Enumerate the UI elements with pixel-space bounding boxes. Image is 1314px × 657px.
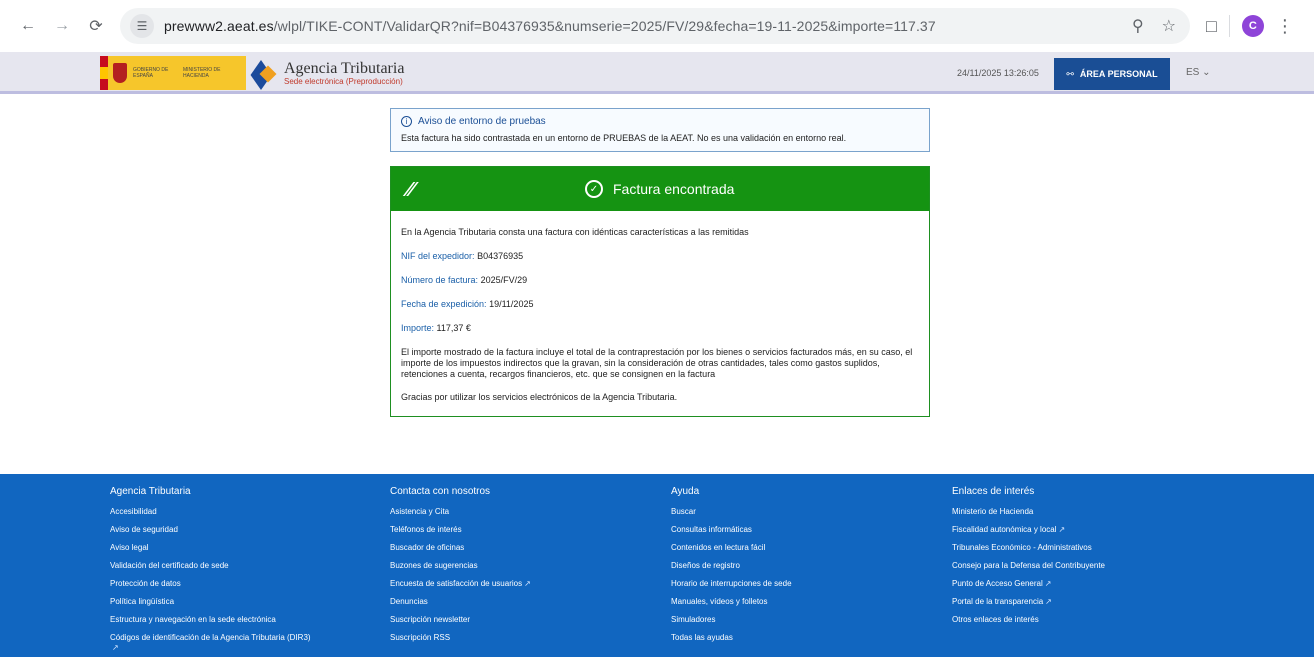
info-icon: i	[401, 116, 412, 127]
site-header: GOBIERNO DE ESPAÑA MINISTERIO DE HACIEND…	[0, 52, 1314, 94]
footer-link[interactable]: Todas las ayudas	[671, 633, 951, 643]
aeat-logo[interactable]: Agencia Tributaria Sede electrónica (Pre…	[250, 58, 405, 90]
browser-toolbar: ← → ⟳ ☰ prewww2.aeat.es/wlpl/TIKE-CONT/V…	[0, 0, 1314, 52]
notice-title: Aviso de entorno de pruebas	[418, 116, 546, 127]
test-environment-notice: i Aviso de entorno de pruebas Esta factu…	[390, 108, 930, 152]
footer-link[interactable]: Consejo para la Defensa del Contribuyent…	[952, 561, 1232, 571]
footer-link[interactable]: Simuladores	[671, 615, 951, 625]
footer-col-ayuda: Ayuda Buscar Consultas informáticas Cont…	[671, 486, 951, 651]
footer-link-pag[interactable]: Punto de Acceso General ↗	[952, 579, 1232, 589]
gov-text-1: GOBIERNO DE ESPAÑA	[133, 67, 169, 79]
footer-link[interactable]: Protección de datos	[110, 579, 390, 589]
footer-link[interactable]: Buzones de sugerencias	[390, 561, 670, 571]
numero-value: 2025/FV/29	[480, 275, 528, 285]
site-footer: Agencia Tributaria Accesibilidad Aviso d…	[0, 474, 1314, 657]
disclaimer-text: El importe mostrado de la factura incluy…	[401, 347, 913, 379]
footer-link-transparencia[interactable]: Portal de la transparencia ↗	[952, 597, 1232, 607]
footer-heading: Contacta con nosotros	[390, 486, 491, 497]
address-bar[interactable]: ☰ prewww2.aeat.es/wlpl/TIKE-CONT/Validar…	[120, 8, 1190, 44]
footer-heading: Enlaces de interés	[952, 486, 1035, 497]
fecha-row: Fecha de expedición: 19/11/2025	[401, 299, 534, 309]
importe-row: Importe: 117,37 €	[401, 323, 471, 333]
footer-link-encuesta[interactable]: Encuesta de satisfacción de usuarios ↗	[390, 579, 670, 589]
footer-link[interactable]: Estructura y navegación en la sede elect…	[110, 615, 390, 625]
footer-link[interactable]: Aviso legal	[110, 543, 390, 553]
gov-text-2: MINISTERIO DE HACIENDA	[183, 67, 221, 79]
check-circle-icon: ✓	[585, 180, 603, 198]
government-logo[interactable]: GOBIERNO DE ESPAÑA MINISTERIO DE HACIEND…	[100, 56, 246, 90]
footer-link[interactable]: Manuales, vídeos y folletos	[671, 597, 951, 607]
aeat-emblem-icon	[250, 58, 280, 90]
nif-value: B04376935	[477, 251, 524, 261]
footer-link[interactable]: Contenidos en lectura fácil	[671, 543, 951, 553]
footer-link[interactable]: Accesibilidad	[110, 507, 390, 517]
footer-link[interactable]: Horario de interrupciones de sede	[671, 579, 951, 589]
spain-flag-icon	[100, 56, 108, 90]
language-selector[interactable]: ES ⌄	[1186, 67, 1211, 78]
footer-link-dir3[interactable]: Códigos de identificación de la Agencia …	[110, 633, 390, 653]
importe-value: 117,37 €	[436, 323, 471, 333]
aeat-subtitle: Sede electrónica (Preproducción)	[284, 76, 403, 86]
user-icon: ⚯	[1066, 68, 1074, 79]
chevron-down-icon: ⌄	[1202, 67, 1211, 78]
footer-link[interactable]: Consultas informáticas	[671, 525, 951, 535]
footer-col-contacto: Contacta con nosotros Asistencia y Cita …	[390, 486, 670, 651]
zoom-icon[interactable]: ⚲	[1132, 16, 1144, 36]
header-datetime: 24/11/2025 13:26:05	[957, 68, 1039, 78]
external-link-icon: ↗	[524, 579, 531, 588]
footer-link[interactable]: Suscripción RSS	[390, 633, 670, 643]
footer-link[interactable]: Buscar	[671, 507, 951, 517]
footer-link[interactable]: Diseños de registro	[671, 561, 951, 571]
footer-link[interactable]: Ministerio de Hacienda	[952, 507, 1232, 517]
kebab-menu-icon[interactable]: ⋮	[1276, 16, 1294, 37]
external-link-icon: ↗	[112, 643, 119, 652]
result-title: Factura encontrada	[613, 181, 735, 197]
footer-link[interactable]: Teléfonos de interés	[390, 525, 670, 535]
extensions-puzzle-icon[interactable]: □	[1206, 16, 1217, 37]
fecha-value: 19/11/2025	[489, 299, 534, 309]
invoice-result-card: ⁄⁄ ✓ Factura encontrada En la Agencia Tr…	[390, 166, 930, 417]
result-header: ⁄⁄ ✓ Factura encontrada	[391, 167, 929, 211]
coat-of-arms-icon	[113, 63, 127, 83]
thanks-text: Gracias por utilizar los servicios elect…	[401, 392, 678, 402]
footer-link[interactable]: Aviso de seguridad	[110, 525, 390, 535]
numero-row: Número de factura: 2025/FV/29	[401, 275, 528, 285]
reload-icon[interactable]: ⟳	[82, 12, 110, 40]
footer-link-fiscalidad[interactable]: Fiscalidad autonómica y local ↗	[952, 525, 1232, 535]
footer-link[interactable]: Tribunales Económico - Administrativos	[952, 543, 1232, 553]
notice-text: Esta factura ha sido contrastada en un e…	[401, 133, 847, 143]
external-link-icon: ↗	[1044, 579, 1052, 588]
footer-link[interactable]: Buscador de oficinas	[390, 543, 670, 553]
bookmark-star-icon[interactable]: ☆	[1162, 16, 1176, 36]
footer-link[interactable]: Validación del certificado de sede	[110, 561, 390, 571]
footer-link[interactable]: Otros enlaces de interés	[952, 615, 1232, 625]
site-info-icon[interactable]: ☰	[130, 14, 154, 38]
area-personal-button[interactable]: ⚯ ÁREA PERSONAL	[1054, 58, 1170, 90]
nif-row: NIF del expedidor: B04376935	[401, 251, 524, 261]
toolbar-divider	[1228, 15, 1230, 37]
footer-link[interactable]: Suscripción newsletter	[390, 615, 670, 625]
profile-avatar[interactable]: C	[1241, 15, 1264, 37]
footer-link[interactable]: Asistencia y Cita	[390, 507, 670, 517]
external-link-icon: ↗	[1045, 597, 1052, 606]
result-intro: En la Agencia Tributaria consta una fact…	[401, 227, 749, 237]
footer-heading: Ayuda	[671, 486, 700, 497]
external-link-icon: ↗	[1058, 525, 1066, 534]
footer-link[interactable]: Política lingüística	[110, 597, 390, 607]
back-arrow-icon[interactable]: ←	[14, 12, 42, 40]
footer-col-enlaces: Enlaces de interés Ministerio de Haciend…	[952, 486, 1232, 633]
url-text[interactable]: prewww2.aeat.es/wlpl/TIKE-CONT/ValidarQR…	[164, 18, 936, 34]
forward-arrow-icon[interactable]: →	[48, 12, 76, 40]
footer-heading: Agencia Tributaria	[110, 486, 191, 497]
footer-link[interactable]: Denuncias	[390, 597, 670, 607]
footer-col-agencia: Agencia Tributaria Accesibilidad Aviso d…	[110, 486, 390, 657]
aeat-mark-icon: ⁄⁄	[407, 179, 414, 201]
aeat-title: Agencia Tributaria	[284, 59, 405, 77]
